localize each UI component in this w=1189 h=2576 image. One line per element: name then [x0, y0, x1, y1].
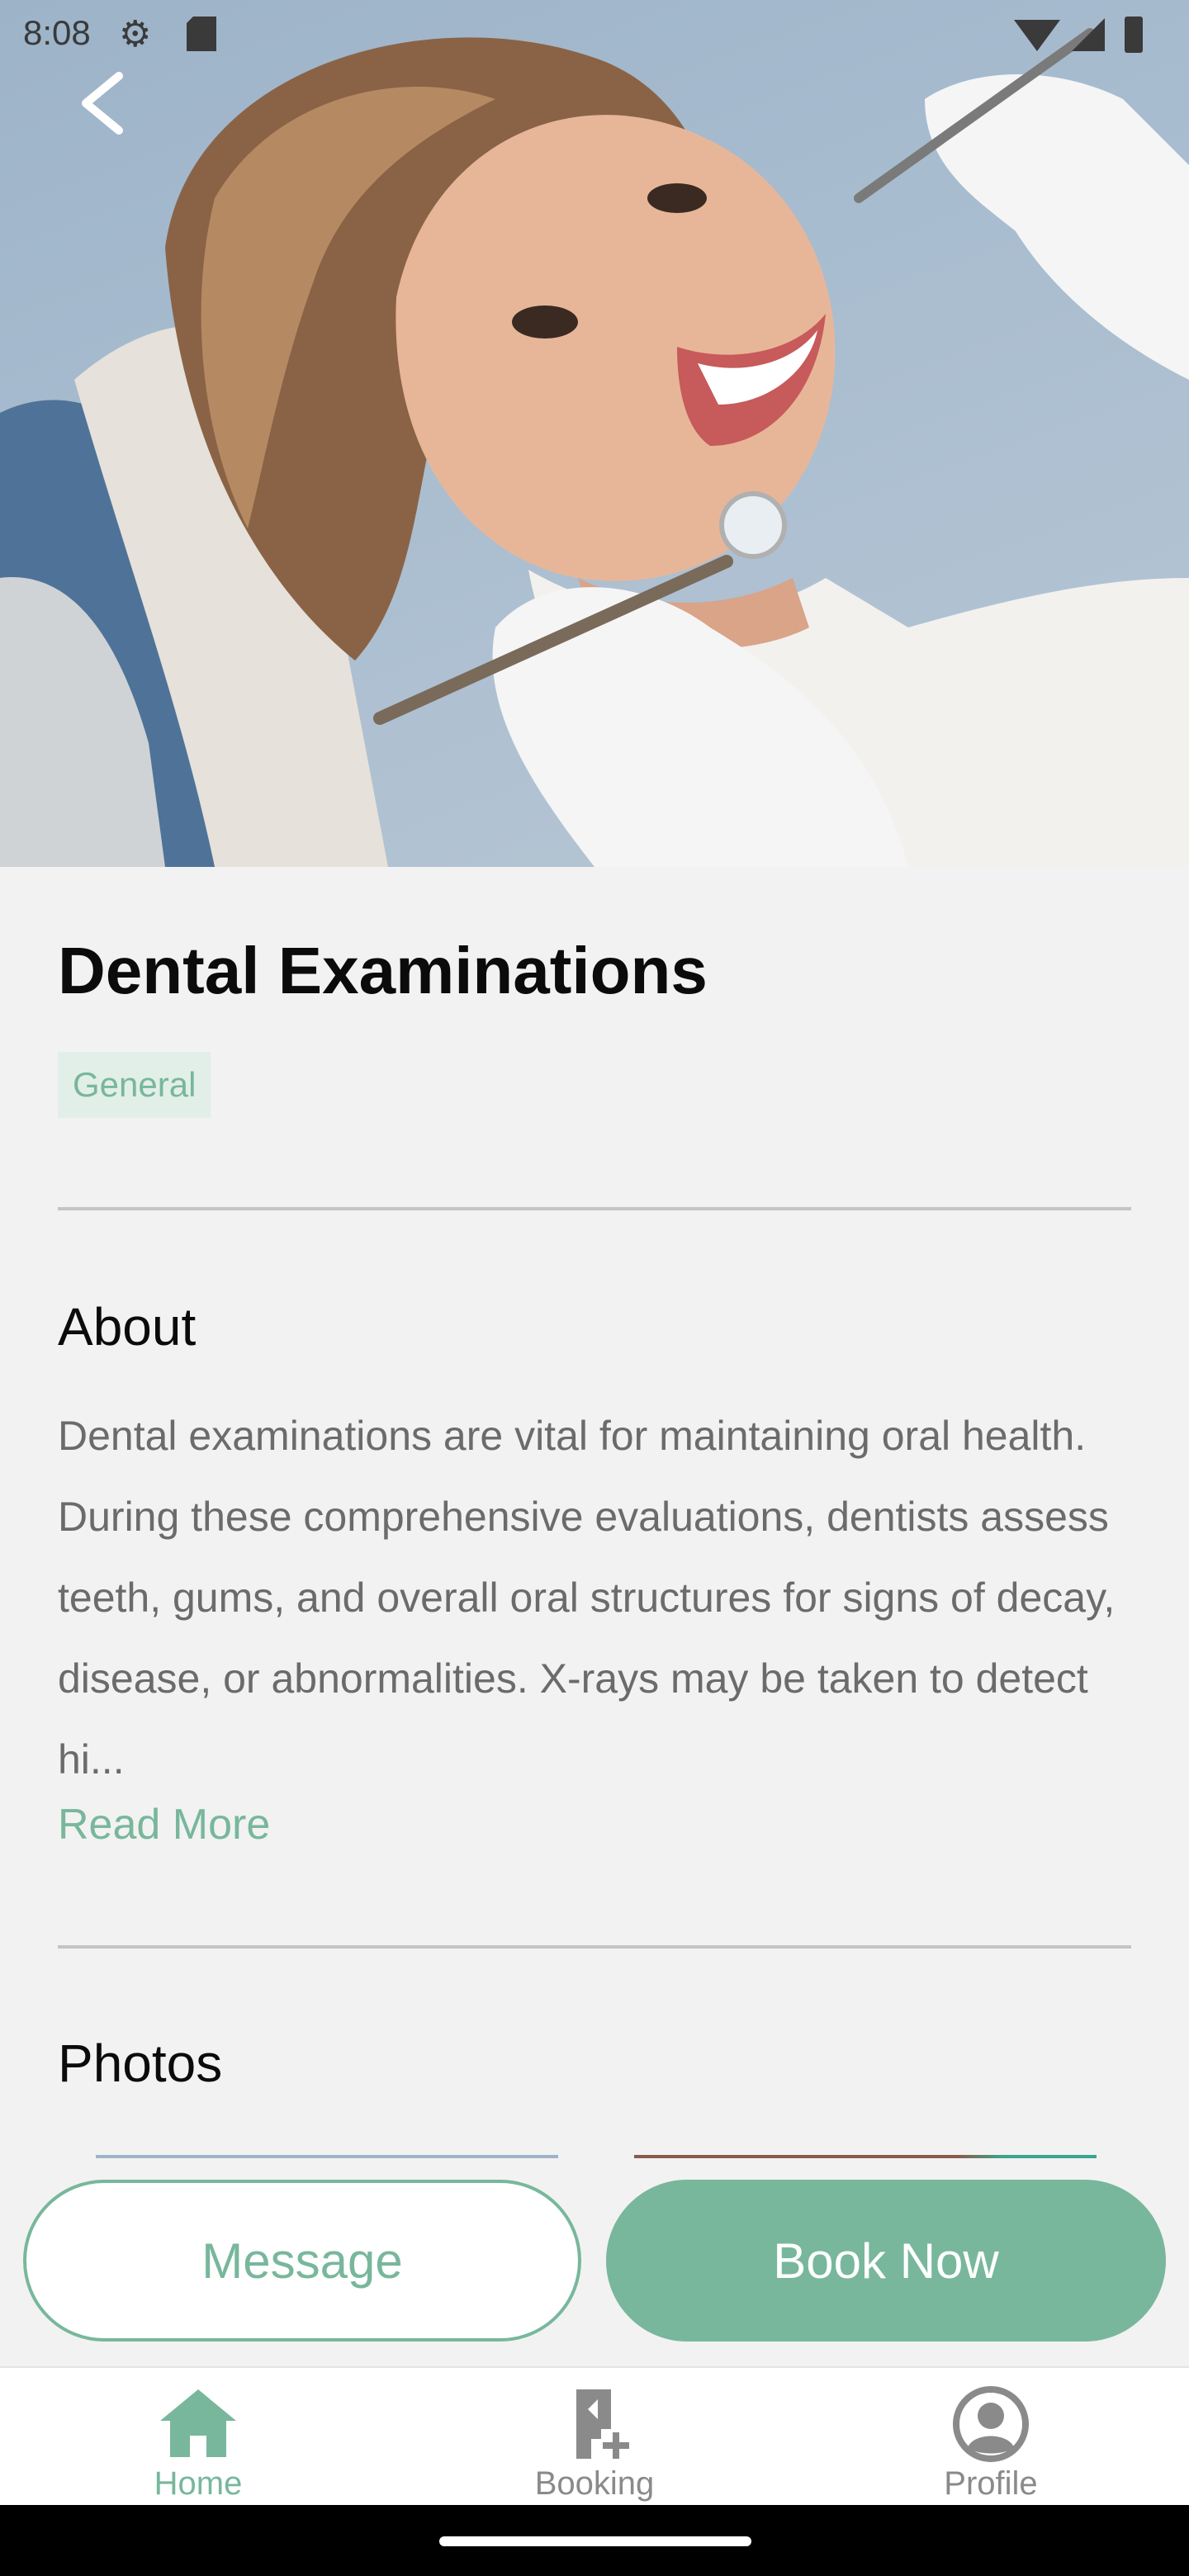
settings-gear-icon: ⚙ [119, 14, 152, 54]
hero-image: 8:08 ⚙ [0, 0, 1189, 867]
book-now-button[interactable]: Book Now [606, 2180, 1166, 2342]
divider [58, 1207, 1131, 1210]
home-icon [160, 2389, 236, 2457]
nav-label-home: Home [154, 2465, 243, 2502]
photo-thumbnail[interactable] [634, 2155, 1097, 2158]
photo-thumbnail[interactable] [96, 2155, 558, 2158]
dental-patient-illustration [0, 28, 1189, 867]
service-title: Dental Examinations [58, 934, 708, 1007]
nav-item-profile[interactable]: Profile [793, 2368, 1189, 2507]
divider [58, 1945, 1131, 1949]
system-gesture-bar [0, 2505, 1189, 2576]
category-tag: General [58, 1052, 211, 1118]
nav-label-booking: Booking [534, 2465, 655, 2502]
nav-item-booking[interactable]: Booking [396, 2368, 793, 2507]
nav-label-profile: Profile [944, 2465, 1038, 2502]
read-more-link[interactable]: Read More [58, 1800, 270, 1849]
about-text: Dental examinations are vital for mainta… [58, 1413, 1116, 1783]
bottom-navigation: Home Booking Profile [0, 2366, 1189, 2507]
booking-icon [576, 2389, 629, 2459]
signal-wifi-battery-icons [1014, 17, 1143, 53]
home-gesture-handle[interactable] [439, 2536, 751, 2546]
nav-item-home[interactable]: Home [0, 2368, 396, 2507]
status-bar: 8:08 ⚙ [0, 0, 1189, 69]
sd-card-icon [187, 17, 216, 51]
photos-heading: Photos [58, 2034, 223, 2093]
profile-icon [953, 2386, 1029, 2462]
status-time: 8:08 [23, 13, 91, 52]
about-heading: About [58, 1297, 197, 1357]
message-button[interactable]: Message [23, 2180, 581, 2342]
back-arrow-icon[interactable] [73, 66, 130, 140]
